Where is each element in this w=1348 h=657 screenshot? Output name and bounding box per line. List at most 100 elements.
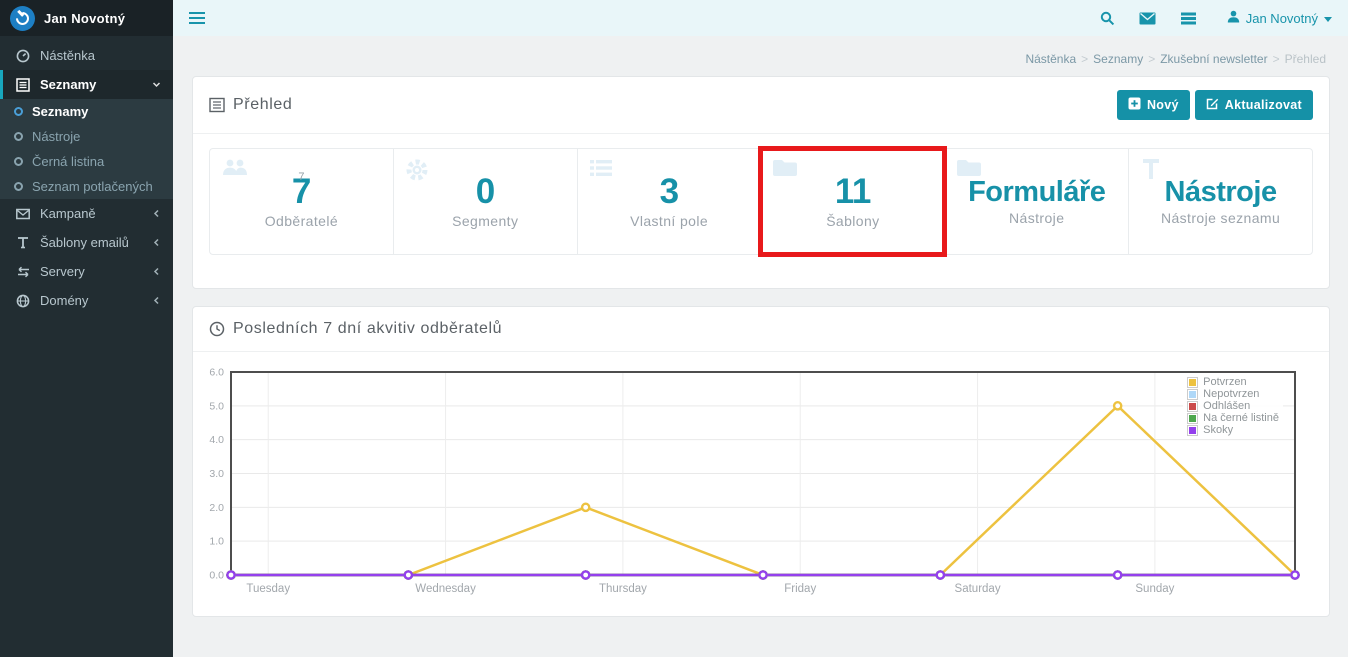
brand-user-name: Jan Novotný (44, 11, 125, 26)
activity-line-chart: TuesdayWednesdayThursdayFridaySaturdaySu… (203, 356, 1317, 606)
circle-icon (14, 157, 23, 166)
chart-legend: PotvrzenNepotvrzenOdhlášenNa černé listi… (1183, 374, 1283, 438)
legend-swatch (1187, 377, 1198, 388)
overview-panel-title: Přehled (233, 96, 292, 114)
legend-item: Na černé listině (1187, 412, 1279, 424)
edit-icon (1206, 97, 1219, 113)
topbar: Jan Novotný (173, 0, 1348, 36)
sidebar-item-domeny[interactable]: Domény (0, 286, 173, 315)
sidebar-submenu-seznamy: Seznamy Nástroje Černá listina Seznam po… (0, 99, 173, 199)
sidebar-item-label: Seznamy (40, 77, 96, 92)
brand-header[interactable]: Jan Novotný (0, 0, 173, 36)
breadcrumb-link[interactable]: Zkušební newsletter (1160, 52, 1267, 66)
sidebar-subitem-label: Černá listina (32, 154, 104, 169)
stat-label: Odběratelé (265, 213, 338, 229)
user-menu[interactable]: Jan Novotný (1227, 10, 1332, 26)
breadcrumb-separator: > (1273, 52, 1280, 66)
overview-panel-header: Přehled Nový Aktualizovat (193, 77, 1329, 134)
circle-icon (14, 107, 23, 116)
breadcrumb-separator: > (1081, 52, 1088, 66)
stat-box-custom-fields[interactable]: 3 Vlastní pole (577, 148, 762, 255)
chart-panel-header: Posledních 7 dní akvitiv odběratelů (193, 307, 1329, 352)
stat-label: Šablony (826, 213, 879, 229)
stat-box-templates[interactable]: 11 Šablony (760, 148, 945, 255)
sidebar-item-label: Nástěnka (40, 48, 95, 63)
legend-label: Nepotvrzen (1203, 388, 1259, 400)
svg-text:Saturday: Saturday (955, 583, 1001, 595)
list-icon (589, 158, 613, 183)
chart-area: TuesdayWednesdayThursdayFridaySaturdaySu… (203, 356, 1319, 606)
legend-swatch (1187, 413, 1198, 424)
app-root: Jan Novotný Nástěnka Seznamy Seznamy Nás… (0, 0, 1348, 657)
chevron-left-icon (152, 238, 161, 247)
stat-value: Nástroje (1165, 177, 1277, 207)
legend-item: Skoky (1187, 424, 1279, 436)
update-button[interactable]: Aktualizovat (1195, 90, 1313, 120)
search-icon[interactable] (1098, 9, 1117, 28)
breadcrumb-link[interactable]: Nástěnka (1025, 52, 1076, 66)
hamburger-menu-icon[interactable] (189, 12, 205, 25)
svg-text:Tuesday: Tuesday (246, 583, 290, 595)
stat-box-tools[interactable]: Nástroje Nástroje seznamu (1128, 148, 1313, 255)
power-logo-icon (10, 6, 35, 31)
text-icon (15, 236, 31, 249)
overview-panel: Přehled Nový Aktualizovat (192, 76, 1330, 289)
sidebar-item-nastenka[interactable]: Nástěnka (0, 41, 173, 70)
svg-text:4.0: 4.0 (209, 434, 224, 446)
user-menu-name: Jan Novotný (1246, 11, 1318, 26)
sidebar-item-servery[interactable]: Servery (0, 257, 173, 286)
stat-box-subscribers[interactable]: 7 7 Odběratelé (209, 148, 394, 255)
new-button-label: Nový (1147, 98, 1179, 112)
exchange-icon (15, 266, 31, 278)
envelope-icon[interactable] (1137, 10, 1158, 27)
legend-swatch (1187, 401, 1198, 412)
legend-item: Potvrzen (1187, 376, 1279, 388)
sidebar-subitem-label: Nástroje (32, 129, 80, 144)
legend-label: Na černé listině (1203, 412, 1279, 424)
sidebar-subitem-seznam-potlacenych[interactable]: Seznam potlačených (0, 174, 173, 199)
envelope-icon (15, 208, 31, 220)
folder-icon (772, 158, 798, 183)
panel-actions: Nový Aktualizovat (1117, 90, 1313, 120)
stat-value: 3 (660, 174, 679, 211)
stat-box-forms[interactable]: Formuláře Nástroje (944, 148, 1129, 255)
legend-swatch (1187, 389, 1198, 400)
globe-icon (15, 294, 31, 308)
sidebar-item-label: Domény (40, 293, 88, 308)
breadcrumb-current: Přehled (1285, 52, 1326, 66)
gear-icon (405, 158, 429, 187)
stat-sub-value: 7 (210, 171, 393, 183)
stat-label: Nástroje (1009, 210, 1064, 226)
sidebar-subitem-nastroje[interactable]: Nástroje (0, 124, 173, 149)
circle-icon (14, 182, 23, 191)
svg-text:Wednesday: Wednesday (415, 583, 476, 595)
legend-item: Odhlášen (1187, 400, 1279, 412)
chevron-down-icon (152, 80, 161, 89)
stat-box-segments[interactable]: 0 Segmenty (393, 148, 578, 255)
sidebar-subitem-seznamy[interactable]: Seznamy (0, 99, 173, 124)
list-alt-icon (209, 97, 225, 113)
caret-down-icon (1324, 17, 1332, 22)
stat-value: 0 (476, 174, 495, 211)
chevron-left-icon (152, 267, 161, 276)
sidebar-item-kampane[interactable]: Kampaně (0, 199, 173, 228)
person-icon (1227, 10, 1240, 26)
legend-label: Skoky (1203, 424, 1233, 436)
breadcrumb-separator: > (1148, 52, 1155, 66)
list-icon (15, 78, 31, 92)
breadcrumb: Nástěnka > Seznamy > Zkušební newsletter > Pře… (173, 44, 1348, 76)
sidebar-item-sablony-emailu[interactable]: Šablony emailů (0, 228, 173, 257)
breadcrumb-link[interactable]: Seznamy (1093, 52, 1143, 66)
sidebar-item-label: Šablony emailů (40, 235, 129, 250)
svg-text:2.0: 2.0 (209, 502, 224, 514)
stat-value: 11 (835, 174, 871, 211)
sidebar-nav: Nástěnka Seznamy Seznamy Nástroje Čern (0, 36, 173, 315)
sidebar-item-seznamy[interactable]: Seznamy (0, 70, 173, 99)
new-button[interactable]: Nový (1117, 90, 1190, 120)
stat-label: Segmenty (452, 213, 518, 229)
svg-text:5.0: 5.0 (209, 400, 224, 412)
update-button-label: Aktualizovat (1225, 98, 1302, 112)
lists-icon[interactable] (1178, 10, 1199, 27)
sidebar-subitem-cerna-listina[interactable]: Černá listina (0, 149, 173, 174)
sidebar-subitem-label: Seznam potlačených (32, 179, 153, 194)
